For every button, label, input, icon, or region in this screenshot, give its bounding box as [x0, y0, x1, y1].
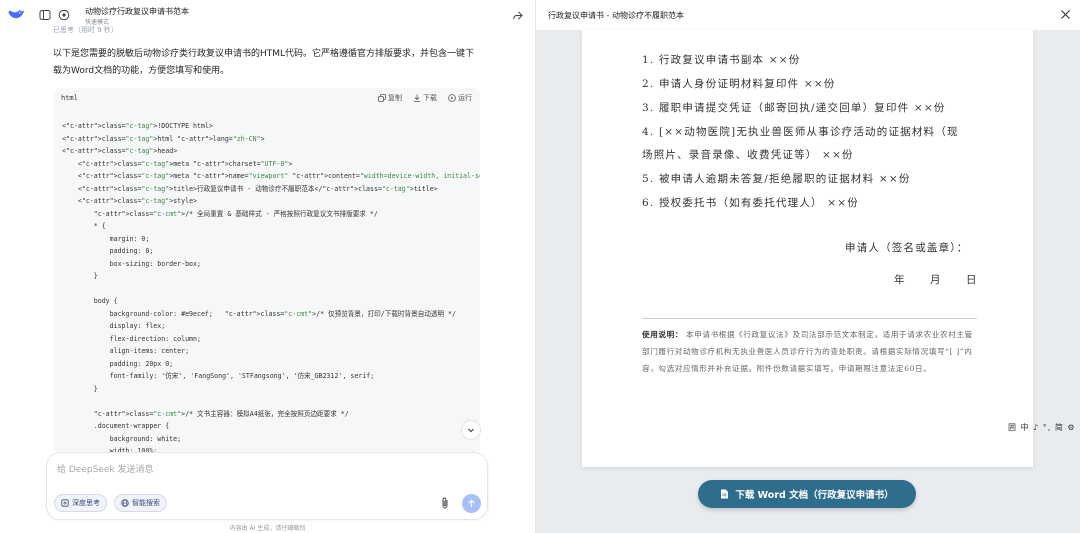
- code-line: "c-attr">class="c-cmt">/* 全局重置 & 基础样式 - …: [93, 209, 378, 218]
- code-line: }: [62, 384, 98, 393]
- code-content[interactable]: <"c-attr">class="c-tag">!DOCTYPE html> <"…: [62, 120, 480, 454]
- ai-disclaimer: 内容由 AI 生成，请仔细甄别: [229, 525, 306, 532]
- attachment-item: 6. 授权委托书（如有委托代理人） ××份: [642, 197, 859, 209]
- download-label: 下载: [423, 94, 437, 102]
- document-icon: [721, 489, 729, 499]
- copy-label: 复制: [388, 94, 402, 102]
- date-year: 年: [894, 274, 905, 286]
- code-line: padding: 20px 0;: [62, 359, 174, 368]
- preview-title: 行政复议申请书 - 动物诊疗不履职范本: [548, 11, 684, 20]
- deep-think-label: 深度思考: [72, 499, 100, 507]
- run-button[interactable]: 运行: [448, 93, 472, 103]
- code-line: <"c-attr">class="c-tag">style>: [62, 197, 198, 205]
- scroll-to-bottom-button[interactable]: [461, 420, 481, 440]
- attachment-item: 5. 被申请人逾期未答复/拒绝履职的证据材料 ××份: [642, 173, 911, 185]
- assistant-message: 以下是您需要的脱敏后动物诊疗类行政复议申请书的HTML代码。它严格遵循官方排版要…: [53, 49, 475, 76]
- code-actions: 复制 下载 运行: [378, 93, 472, 103]
- ime-toolbar[interactable]: 囲 中 ♪ °, 简 ⚙: [1008, 422, 1076, 433]
- code-line: font-family: '仿宋', 'FangSong', 'STFangso…: [62, 372, 375, 380]
- divider-line: [642, 318, 977, 319]
- code-line: margin: 0;: [62, 234, 150, 243]
- deepseek-logo-icon[interactable]: [7, 7, 25, 23]
- run-label: 运行: [458, 94, 472, 102]
- message-composer: 给 DeepSeek 发送消息 深度思考 智能搜索: [46, 452, 488, 520]
- globe-icon: [121, 499, 129, 507]
- deep-think-toggle[interactable]: 深度思考: [54, 494, 107, 512]
- code-line: <"c-attr">class="c-tag">title>行政复议申请书 - …: [62, 184, 438, 193]
- code-block: html 复制 下载 运行 <"c-attr">class="c-tag">!D…: [53, 88, 480, 454]
- code-line: <"c-attr">class="c-tag">html "c-attr">la…: [62, 134, 265, 143]
- attachment-item: 3. 履职申请提交凭证（邮寄回执/递交回单）复印件 ××份: [642, 102, 946, 114]
- usage-note: 使用说明： 本申请书根据《行政复议法》及司法部示范文本制定，适用于请求农业农村主…: [642, 326, 979, 377]
- conversation-title[interactable]: 动物诊疗行政复议申请书范本: [85, 6, 189, 17]
- share-icon[interactable]: [512, 10, 523, 21]
- sidebar-toggle-icon[interactable]: [38, 8, 52, 22]
- download-code-button[interactable]: 下载: [413, 93, 437, 103]
- usage-note-text: 本申请书根据《行政复议法》及司法部示范文本制定，适用于请求农业农村主管部门履行对…: [642, 330, 973, 373]
- thinking-status[interactable]: 已思考（用时 9 秒）: [53, 25, 118, 35]
- document-page: 1. 行政复议申请书副本 ××份 2. 申请人身份证明材料复印件 ××份 3. …: [582, 30, 1033, 467]
- code-line: <"c-attr">class="c-tag">meta "c-attr">na…: [62, 172, 480, 180]
- download-word-button[interactable]: 下载 Word 文档（行政复议申请书）: [698, 480, 916, 508]
- chevron-down-icon: [468, 428, 474, 433]
- close-icon[interactable]: [1060, 9, 1071, 20]
- code-line: <"c-attr">class="c-tag">head>: [62, 147, 178, 155]
- code-line: background-color: #e9ecef; "c-attr">clas…: [62, 309, 456, 318]
- send-button[interactable]: [462, 494, 481, 513]
- code-language: html: [61, 94, 78, 102]
- code-line: * {: [62, 222, 106, 230]
- web-search-label: 智能搜索: [132, 499, 160, 507]
- code-line: .document-wrapper {: [62, 422, 170, 430]
- code-line: background: white;: [62, 434, 182, 443]
- preview-pane: 行政复议申请书 - 动物诊疗不履职范本 1. 行政复议申请书副本 ××份 2. …: [536, 0, 1080, 533]
- code-line: "c-attr">class="c-cmt">/* 文书主容器：模拟A4纸张，完…: [93, 409, 349, 418]
- chat-pane: 动物诊疗行政复议申请书范本 快速模式 已思考（用时 9 秒） 以下是您需要的脱敏…: [0, 0, 535, 533]
- attachment-item: 2. 申请人身份证明材料复印件 ××份: [642, 78, 836, 90]
- date-month: 月: [930, 274, 941, 286]
- attachment-item: 1. 行政复议申请书副本 ××份: [642, 54, 801, 66]
- run-icon: [448, 94, 456, 102]
- usage-note-label: 使用说明：: [642, 330, 683, 339]
- code-line: flex-direction: column;: [62, 334, 201, 343]
- code-line: <"c-attr">class="c-tag">!DOCTYPE html>: [62, 122, 213, 130]
- download-word-label: 下载 Word 文档（行政复议申请书）: [735, 490, 894, 501]
- code-line: box-sizing: border-box;: [62, 259, 201, 268]
- code-line: body {: [62, 297, 118, 305]
- attachment-item-continued: 场照片、录音录像、收费凭证等） ××份: [642, 149, 854, 161]
- code-line: padding: 0;: [62, 247, 154, 255]
- web-search-toggle[interactable]: 智能搜索: [114, 494, 167, 512]
- preview-header: 行政复议申请书 - 动物诊疗不履职范本: [536, 0, 1080, 30]
- download-icon: [413, 94, 421, 102]
- code-line: }: [62, 272, 98, 280]
- app-root: 动物诊疗行政复议申请书范本 快速模式 已思考（用时 9 秒） 以下是您需要的脱敏…: [0, 0, 1080, 533]
- paperclip-icon[interactable]: [440, 497, 450, 509]
- attachment-item: 4. [××动物医院]无执业兽医师从事诊疗活动的证据材料（现: [642, 126, 959, 138]
- date-day: 日: [966, 274, 977, 286]
- message-input[interactable]: 给 DeepSeek 发送消息: [57, 462, 153, 475]
- copy-button[interactable]: 复制: [378, 93, 402, 103]
- copy-icon: [378, 94, 386, 102]
- code-line: display: flex;: [62, 322, 166, 330]
- send-arrow-icon: [468, 499, 475, 507]
- new-chat-icon[interactable]: [57, 8, 71, 22]
- code-line: align-items: center;: [62, 347, 190, 355]
- deep-think-icon: [61, 499, 69, 507]
- code-line: <"c-attr">class="c-tag">meta "c-attr">ch…: [62, 159, 293, 168]
- signature-line: 申请人（签名或盖章）：: [845, 242, 969, 254]
